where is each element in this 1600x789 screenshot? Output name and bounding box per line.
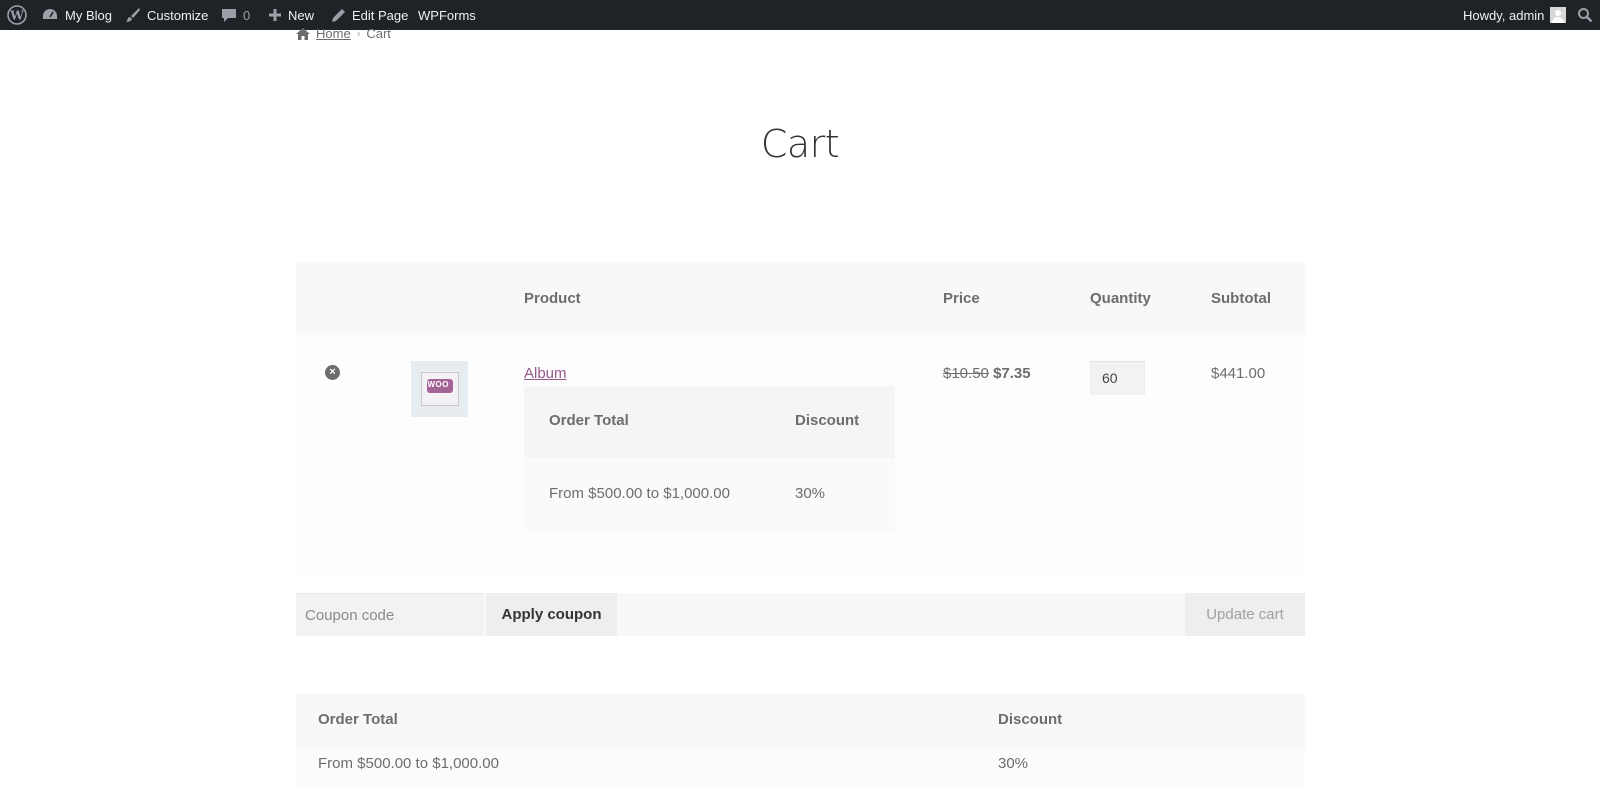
header-quantity: Quantity xyxy=(1090,290,1151,307)
howdy-label: Howdy, admin xyxy=(1463,7,1545,23)
inner-header-order-total: Order Total xyxy=(549,412,629,429)
home-icon xyxy=(296,27,310,40)
search-icon xyxy=(1578,8,1593,23)
remove-item-icon[interactable]: × xyxy=(325,365,340,380)
svg-text:W: W xyxy=(9,9,24,23)
admin-bar: W My Blog Customize 0 New Edit Page WPFo… xyxy=(0,0,1600,30)
pencil-icon xyxy=(332,8,345,22)
cart-table-header: Product Price Quantity Subtotal xyxy=(296,262,1305,335)
my-account-menu[interactable]: Howdy, admin xyxy=(1463,0,1567,30)
product-discount-table: Order Total Discount From $500.00 to $1,… xyxy=(524,386,895,531)
brush-icon xyxy=(126,8,140,22)
header-price: Price xyxy=(943,290,980,307)
inner-range: From $500.00 to $1,000.00 xyxy=(549,485,730,502)
my-blog-menu[interactable]: My Blog xyxy=(41,0,112,30)
customize-label: Customize xyxy=(147,7,209,23)
comment-icon xyxy=(222,9,236,22)
product-price: $10.50 $7.35 xyxy=(943,365,1031,382)
breadcrumb-current: Cart xyxy=(366,26,391,41)
customize-menu[interactable]: Customize xyxy=(125,0,208,30)
header-subtotal: Subtotal xyxy=(1211,290,1271,307)
cart-item-row: × Album Order Total Discount From $500.0… xyxy=(296,335,1305,577)
apply-coupon-button[interactable]: Apply coupon xyxy=(486,593,617,636)
product-subtotal: $441.00 xyxy=(1211,365,1266,382)
cart-actions: Apply coupon Update cart xyxy=(296,593,1305,636)
header-product: Product xyxy=(524,290,581,307)
wordpress-icon: W xyxy=(7,5,27,25)
breadcrumb-home-link[interactable]: Home xyxy=(316,26,351,41)
update-cart-button[interactable]: Update cart xyxy=(1185,593,1305,636)
discount-range: From $500.00 to $1,000.00 xyxy=(318,755,499,772)
breadcrumb: Home › Cart xyxy=(296,26,391,41)
dashboard-icon xyxy=(43,9,57,19)
product-name-link[interactable]: Album xyxy=(524,365,567,382)
header-order-total: Order Total xyxy=(318,711,398,728)
discount-table-header: Order Total Discount xyxy=(296,693,1305,747)
product-discount-table-header: Order Total Discount xyxy=(524,386,895,458)
woo-album-image xyxy=(420,372,459,406)
plus-icon xyxy=(269,9,281,21)
discount-table-row: From $500.00 to $1,000.00 30% xyxy=(296,747,1305,789)
product-discount-table-row: From $500.00 to $1,000.00 30% xyxy=(524,458,895,531)
inner-header-discount: Discount xyxy=(795,412,860,429)
quantity-input[interactable] xyxy=(1090,361,1145,395)
breadcrumb-separator-icon: › xyxy=(356,27,361,40)
page-title: Cart xyxy=(760,122,840,166)
header-discount: Discount xyxy=(998,711,1063,728)
wordpress-logo-button[interactable]: W xyxy=(7,0,27,30)
search-button[interactable] xyxy=(1577,0,1593,30)
comments-menu[interactable]: 0 xyxy=(221,0,250,30)
price-new: $7.35 xyxy=(993,365,1031,382)
coupon-code-input[interactable] xyxy=(296,593,483,636)
wpforms-label: WPForms xyxy=(418,7,476,23)
wpforms-menu[interactable]: WPForms xyxy=(418,0,476,30)
edit-page-label: Edit Page xyxy=(352,7,409,23)
price-old: $10.50 xyxy=(943,365,989,382)
new-label: New xyxy=(288,7,315,23)
comments-count: 0 xyxy=(243,7,251,23)
inner-discount: 30% xyxy=(795,485,826,502)
my-blog-label: My Blog xyxy=(65,7,112,23)
product-thumbnail[interactable] xyxy=(411,361,468,417)
avatar xyxy=(1550,7,1567,23)
discount-value: 30% xyxy=(998,755,1029,772)
